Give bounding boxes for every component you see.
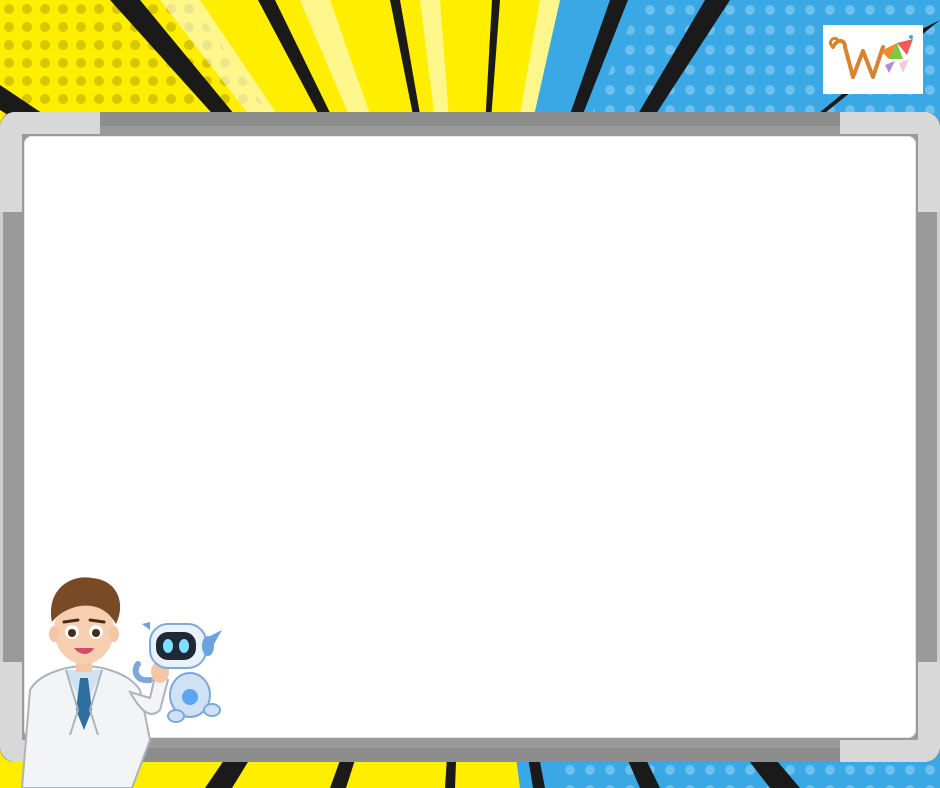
frame-side-top-left bbox=[0, 112, 22, 212]
frame-side-top-right bbox=[918, 112, 940, 212]
w-logo-icon bbox=[823, 25, 923, 94]
frame-side-bottom-right bbox=[918, 662, 940, 762]
frame-rail-top bbox=[0, 112, 940, 126]
teacher-and-robot-illustration bbox=[0, 560, 240, 788]
